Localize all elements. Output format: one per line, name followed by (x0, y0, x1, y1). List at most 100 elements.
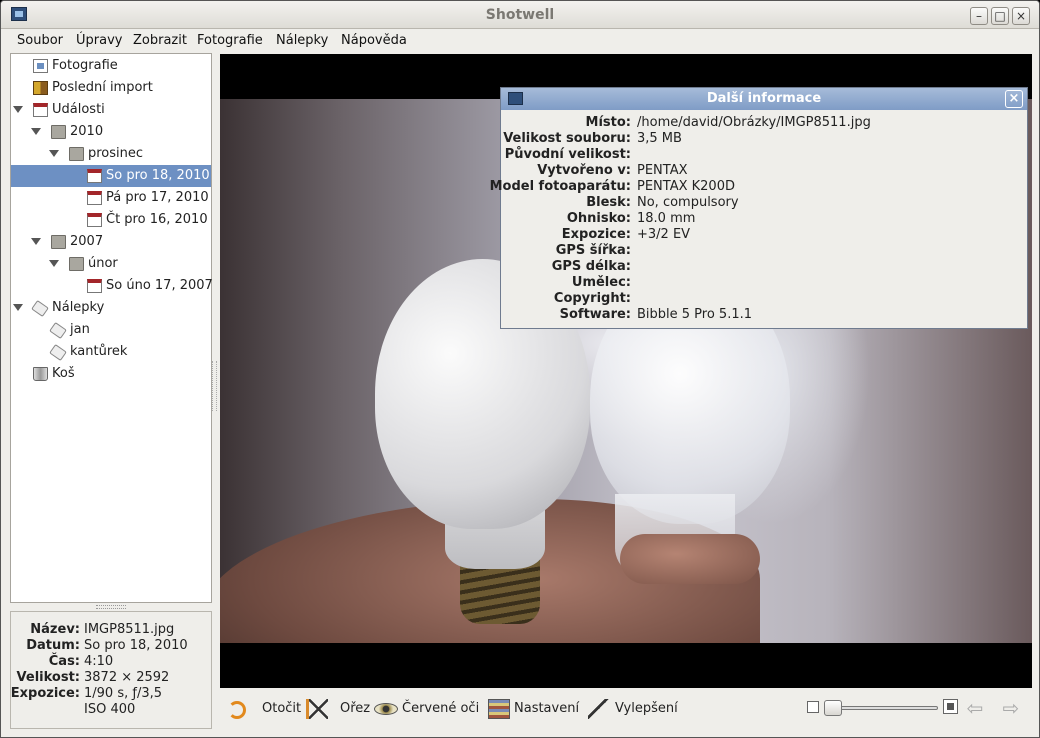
metadata-key: Místo: (585, 115, 631, 130)
metadata-row: Ohnisko: 18.0 mm (501, 211, 1027, 227)
next-photo-button[interactable]: ⇨ (998, 697, 1024, 719)
close-button[interactable]: × (1012, 7, 1030, 25)
sidebar-item[interactable]: Pá pro 17, 2010 (11, 187, 211, 209)
event-icon (87, 169, 102, 183)
previous-photo-button[interactable]: ⇦ (962, 697, 988, 719)
metadata-row: Expozice: +3/2 EV (501, 227, 1027, 243)
sidebar-item[interactable]: 2010 (11, 121, 211, 143)
expander-icon[interactable] (13, 106, 23, 113)
metadata-key: Vytvořeno v: (537, 163, 631, 178)
metadata-value: 18.0 mm (637, 211, 696, 226)
metadata-value: +3/2 EV (637, 227, 691, 242)
enhance-label: Vylepšení (615, 701, 678, 716)
event-icon (87, 213, 102, 227)
info-key: Čas: (48, 654, 80, 669)
sidebar-item[interactable]: Události (11, 99, 211, 121)
sidebar-item[interactable]: únor (11, 253, 211, 275)
info-value: IMGP8511.jpg (84, 622, 175, 637)
minimize-button[interactable]: – (970, 7, 988, 25)
folder-icon (69, 147, 84, 161)
sidebar-item-label: So pro 18, 2010 (106, 168, 210, 183)
sidebar-item[interactable]: Fotografie (11, 55, 211, 77)
trash-icon (33, 367, 48, 381)
zoom-out-icon[interactable] (807, 701, 819, 713)
info-row: Čas: 4:10 (11, 654, 211, 670)
dialog-title-bar[interactable]: Další informace × (501, 88, 1027, 110)
expander-icon[interactable] (49, 260, 59, 267)
metadata-row: Původní velikost: (501, 147, 1027, 163)
folder-icon (51, 235, 66, 249)
sidebar-splitter[interactable] (10, 603, 212, 609)
sidebar-item-label: Fotografie (52, 58, 118, 73)
metadata-value: 3,5 MB (637, 131, 682, 146)
rotate-button[interactable]: Otočit (228, 697, 308, 721)
menu-zobrazit[interactable]: Zobrazit (133, 33, 187, 48)
sidebar-item[interactable]: prosinec (11, 143, 211, 165)
metadata-row: Blesk: No, compulsory (501, 195, 1027, 211)
metadata-value: No, compulsory (637, 195, 739, 210)
metadata-key: Původní velikost: (504, 147, 631, 162)
dialog-close-button[interactable]: × (1005, 90, 1023, 108)
sidebar-item[interactable]: So pro 18, 2010 (11, 165, 211, 187)
redeye-label: Červené oči (402, 701, 480, 716)
pane-splitter[interactable] (212, 361, 217, 411)
info-value: 4:10 (84, 654, 114, 669)
sidebar-item[interactable]: kantůrek (11, 341, 211, 363)
zoom-slider-handle[interactable] (824, 700, 842, 716)
metadata-key: GPS šířka: (555, 243, 631, 258)
info-row: Velikost: 3872 × 2592 (11, 670, 211, 686)
expander-icon[interactable] (49, 150, 59, 157)
photo-finger (620, 534, 760, 584)
info-row: ISO 400 (11, 702, 211, 718)
sidebar-item-label: Koš (52, 366, 75, 381)
import-icon (33, 81, 48, 95)
crop-button[interactable]: Ořez (306, 697, 370, 721)
sidebar-tree[interactable]: Fotografie Poslední import Události 2010 pro… (10, 53, 213, 603)
menu-napoveda[interactable]: Nápověda (341, 33, 407, 48)
tag-icon (49, 343, 67, 362)
sidebar-item[interactable]: jan (11, 319, 211, 341)
metadata-row: GPS délka: (501, 259, 1027, 275)
info-key: Velikost: (16, 670, 80, 685)
info-key: Název: (30, 622, 80, 637)
window-title: Shotwell (485, 7, 555, 23)
sidebar-item[interactable]: Nálepky (11, 297, 211, 319)
zoom-in-icon[interactable] (943, 699, 958, 714)
menu-soubor[interactable]: Soubor (17, 33, 63, 48)
folder-icon (51, 125, 66, 139)
info-key: Expozice: (10, 686, 80, 701)
metadata-key: Copyright: (553, 291, 631, 306)
expander-icon[interactable] (13, 304, 23, 311)
sidebar-item[interactable]: 2007 (11, 231, 211, 253)
metadata-row: Vytvořeno v: PENTAX (501, 163, 1027, 179)
title-bar[interactable]: Shotwell – □ × (1, 1, 1039, 29)
menu-nalepky[interactable]: Nálepky (276, 33, 328, 48)
info-row: Datum: So pro 18, 2010 (11, 638, 211, 654)
metadata-key: Velikost souboru: (503, 131, 631, 146)
sidebar-item[interactable]: Koš (11, 363, 211, 385)
sidebar-item[interactable]: So úno 17, 2007 (11, 275, 213, 297)
menu-fotografie[interactable]: Fotografie (197, 33, 263, 48)
rotate-label: Otočit (262, 701, 302, 716)
maximize-button[interactable]: □ (991, 7, 1009, 25)
crop-icon (306, 699, 328, 719)
metadata-key: Umělec: (571, 275, 631, 290)
metadata-key: GPS délka: (551, 259, 631, 274)
expander-icon[interactable] (31, 128, 41, 135)
sidebar-item[interactable]: Poslední import (11, 77, 211, 99)
metadata-row: Místo: /home/david/Obrázky/IMGP8511.jpg (501, 115, 1027, 131)
expander-icon[interactable] (31, 238, 41, 245)
sidebar-item-label: Pá pro 17, 2010 (106, 190, 209, 205)
sidebar-item[interactable]: Čt pro 16, 2010 (11, 209, 211, 231)
metadata-key: Blesk: (586, 195, 631, 210)
redeye-button[interactable]: Červené oči (374, 697, 480, 721)
enhance-button[interactable]: Vylepšení (588, 697, 680, 721)
sidebar-item-label: 2007 (70, 234, 104, 249)
editing-toolbar: Otočit Ořez Červené oči Nastavení Vylepš… (220, 689, 1032, 729)
sidebar-item-label: Čt pro 16, 2010 (106, 212, 208, 227)
metadata-row: Model fotoaparátu: PENTAX K200D (490, 179, 1027, 195)
adjust-button[interactable]: Nastavení (488, 697, 580, 721)
dialog-app-icon (508, 92, 523, 105)
menu-upravy[interactable]: Úpravy (76, 33, 122, 48)
sidebar-item-label: Události (52, 102, 105, 117)
